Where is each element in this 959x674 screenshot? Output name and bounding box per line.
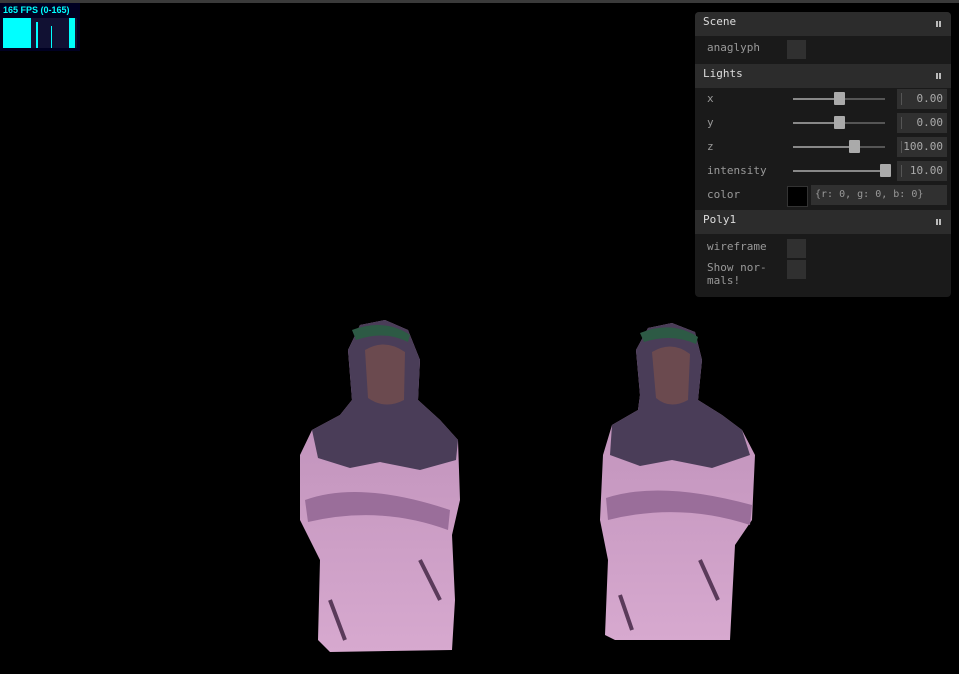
light-intensity-label: intensity [707,164,767,177]
light-y-label: y [707,116,714,129]
wireframe-label: wireframe [707,240,767,253]
anaglyph-checkbox[interactable] [787,40,806,59]
slider-knob[interactable] [834,92,845,105]
show-normals-label-line2: mals! [707,274,741,287]
color-value-input[interactable]: {r: 0, g: 0, b: 0} [811,185,947,205]
show-normals-label: Show nor- mals! [707,261,767,287]
light-z-slider[interactable] [793,140,885,153]
light-color-label: color [707,188,741,201]
light-y-slider[interactable] [793,116,885,129]
color-swatch[interactable] [787,186,808,207]
folder-scene-label: Scene [703,15,737,28]
light-z-label: z [707,140,714,153]
folder-lights-label: Lights [703,67,743,80]
show-normals-checkbox[interactable] [787,260,806,279]
fps-graph [3,18,77,48]
light-intensity-input[interactable]: 10.00 [897,161,947,181]
wireframe-checkbox[interactable] [787,239,806,258]
light-z-input[interactable]: 100.00 [897,137,947,157]
light-y-input[interactable]: 0.00 [897,113,947,133]
wireframe-row: wireframe [695,236,951,260]
folder-lights-title[interactable]: Lights [695,64,951,88]
folder-poly1-title[interactable]: Poly1 [695,210,951,234]
fps-stats[interactable]: 165 FPS (0-165) [0,3,80,51]
fps-label: 165 FPS (0-165) [3,5,70,15]
slider-fill [793,122,839,124]
folder-scene-title[interactable]: Scene [695,12,951,36]
anaglyph-label: anaglyph [707,41,760,54]
slider-fill [793,146,854,148]
light-x-slider[interactable] [793,92,885,105]
show-normals-row: Show nor- mals! [695,260,951,290]
model-left [300,320,460,652]
light-x-input[interactable]: 0.00 [897,89,947,109]
light-intensity-slider[interactable] [793,164,891,177]
slider-fill [793,98,839,100]
folder-poly1-label: Poly1 [703,213,737,226]
slider-knob[interactable] [834,116,845,129]
slider-knob[interactable] [880,164,891,177]
light-x-row: x 0.00 [695,88,951,112]
collapse-icon [936,219,941,225]
light-z-row: z 100.00 [695,136,951,160]
collapse-icon [936,21,941,27]
fps-graph-bar [51,26,52,48]
slider-fill [793,170,885,172]
light-intensity-row: intensity 10.00 [695,160,951,184]
anaglyph-row: anaglyph [695,37,951,61]
slider-knob[interactable] [848,140,860,153]
fps-graph-bar [36,22,38,48]
light-y-row: y 0.00 [695,112,951,136]
show-normals-label-line1: Show nor- [707,261,767,274]
fps-graph-bar [3,18,31,48]
controls-panel: Scene anaglyph Lights x 0.00 y 0.00 z 10… [695,12,951,297]
collapse-icon [936,73,941,79]
model-right [600,323,755,640]
light-x-label: x [707,92,714,105]
light-color-row: color {r: 0, g: 0, b: 0} [695,184,951,208]
fps-graph-bar [69,18,75,48]
